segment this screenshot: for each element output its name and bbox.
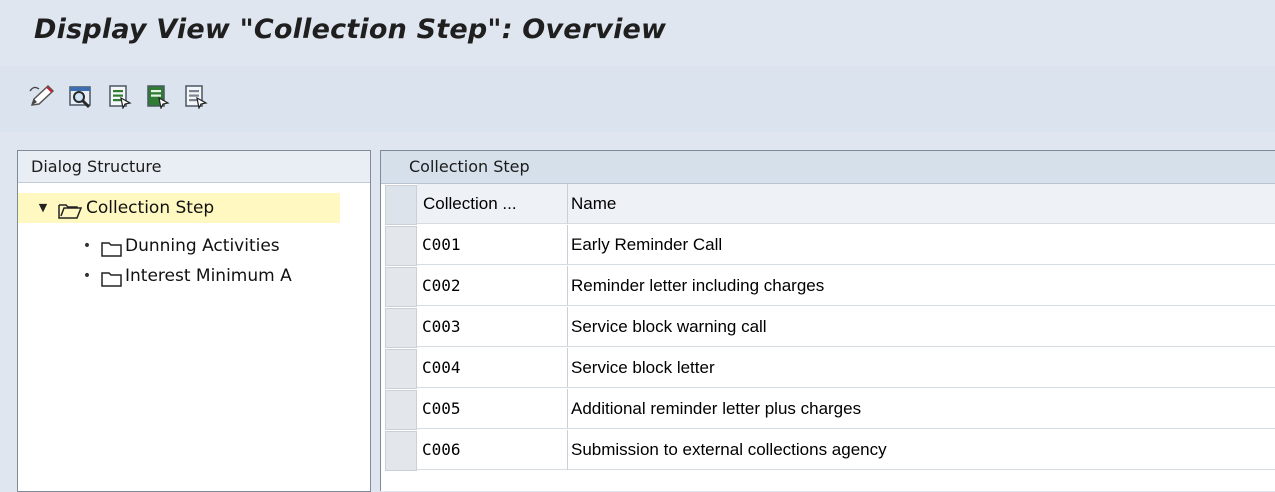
tree-node-dunning-activities[interactable]: • Dunning Activities <box>18 231 370 261</box>
select-block-icon[interactable] <box>140 80 174 112</box>
tree-node-collection-step[interactable]: ▼ Collection Step <box>18 193 340 223</box>
folder-icon <box>101 268 123 298</box>
page-title: Display View "Collection Step": Overview <box>34 14 667 45</box>
table-row[interactable]: C005 Additional reminder letter plus cha… <box>381 389 1275 430</box>
tree-bullet-icon: • <box>82 268 92 284</box>
cell-name: Submission to external collections agenc… <box>568 430 1275 470</box>
cell-collection-step: C002 <box>417 266 568 306</box>
table-row[interactable]: C002 Reminder letter including charges <box>381 266 1275 307</box>
tree-node-interest-minimum[interactable]: • Interest Minimum A <box>18 261 370 291</box>
column-header-name[interactable]: Name <box>568 184 1275 224</box>
cell-collection-step: C005 <box>417 389 568 429</box>
cell-name: Additional reminder letter plus charges <box>568 389 1275 429</box>
row-selector[interactable] <box>385 349 417 389</box>
folder-open-icon <box>58 200 83 230</box>
select-all-rows-button[interactable] <box>385 185 417 225</box>
cell-collection-step: C004 <box>417 348 568 388</box>
cell-name: Service block warning call <box>568 307 1275 347</box>
expand-arrow-icon[interactable]: ▼ <box>36 193 50 223</box>
row-selector[interactable] <box>385 431 417 471</box>
cell-collection-step: C001 <box>417 225 568 265</box>
tree-node-label: Dunning Activities <box>125 236 280 256</box>
table-row[interactable]: C003 Service block warning call <box>381 307 1275 348</box>
row-selector[interactable] <box>385 308 417 348</box>
table-row[interactable]: C004 Service block letter <box>381 348 1275 389</box>
tree-bullet-icon: • <box>82 238 92 254</box>
select-all-icon[interactable] <box>102 80 136 112</box>
cell-name: Early Reminder Call <box>568 225 1275 265</box>
tree-node-label: Interest Minimum A <box>125 266 292 286</box>
cell-name: Reminder letter including charges <box>568 266 1275 306</box>
details-icon[interactable] <box>64 80 98 112</box>
deselect-all-icon[interactable] <box>178 80 212 112</box>
dialog-structure-panel: Dialog Structure ▼ Collection Step • Dun… <box>17 150 371 492</box>
row-selector[interactable] <box>385 267 417 307</box>
change-display-icon[interactable] <box>26 80 60 112</box>
table-grid: Collection ... Name C001 Early Reminder … <box>381 184 1275 471</box>
collection-step-table-panel: Collection Step Collection ... Name C001… <box>380 150 1275 491</box>
row-selector[interactable] <box>385 226 417 266</box>
tree-node-label: Collection Step <box>86 198 215 218</box>
application-toolbar <box>0 66 1275 132</box>
table-row[interactable]: C001 Early Reminder Call <box>381 225 1275 266</box>
table-row[interactable]: C006 Submission to external collections … <box>381 430 1275 471</box>
dialog-structure-header: Dialog Structure <box>18 151 370 183</box>
table-title: Collection Step <box>381 151 1275 184</box>
cell-collection-step: C006 <box>417 430 568 470</box>
column-header-collection-step[interactable]: Collection ... <box>417 184 568 224</box>
title-bar: Display View "Collection Step": Overview <box>0 0 1275 66</box>
row-selector[interactable] <box>385 390 417 430</box>
table-header-row: Collection ... Name <box>381 184 1275 225</box>
cell-collection-step: C003 <box>417 307 568 347</box>
cell-name: Service block letter <box>568 348 1275 388</box>
